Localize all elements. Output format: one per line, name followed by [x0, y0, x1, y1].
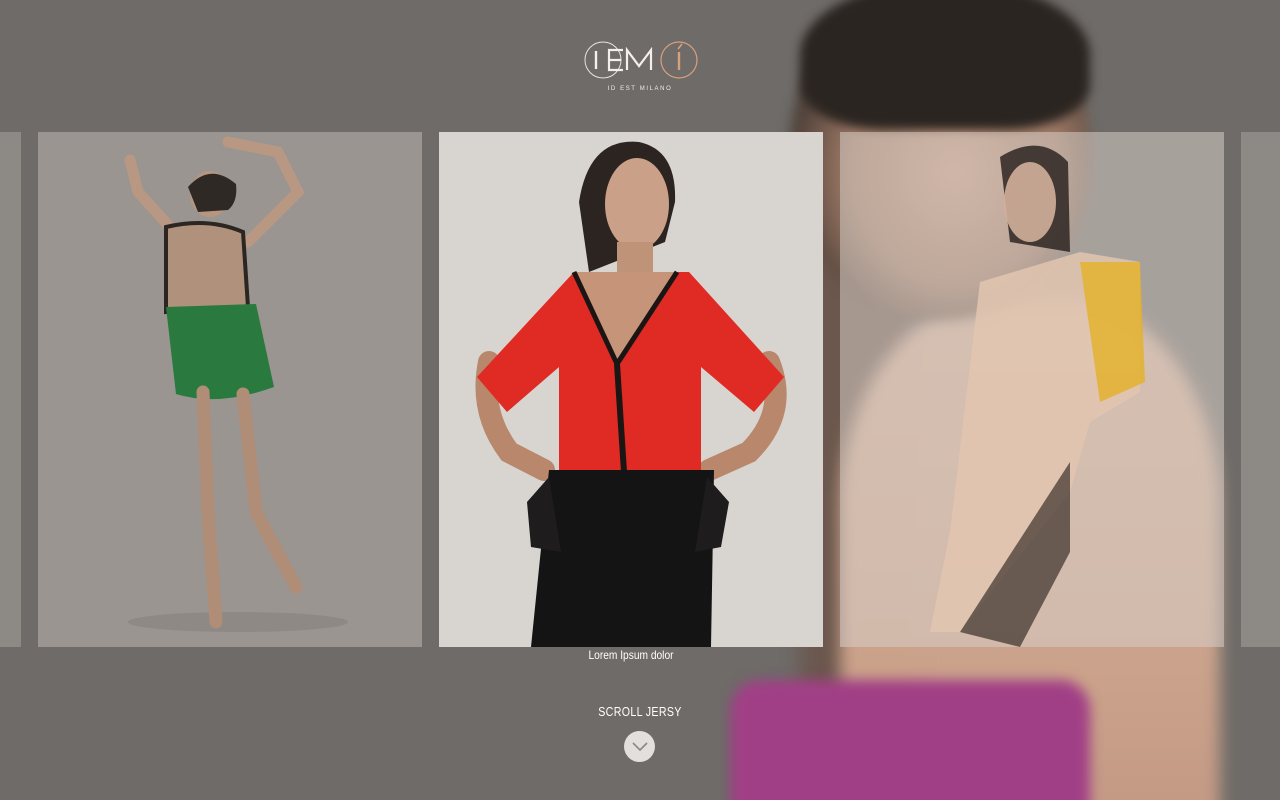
active-card-caption: Lorem Ipsum dolor: [588, 648, 674, 662]
brand-tagline: ID EST MILANO: [607, 86, 673, 92]
chevron-down-icon: [631, 741, 648, 751]
model-photo-green-icon: [38, 132, 422, 647]
logo-mark-icon: [584, 41, 698, 79]
gallery-card-right[interactable]: [840, 132, 1224, 647]
gallery-card-left[interactable]: [38, 132, 422, 647]
model-photo-peach-icon: [930, 145, 1145, 647]
brand-logo[interactable]: ID EST MILANO: [560, 38, 720, 92]
scroll-down-button[interactable]: [624, 731, 655, 762]
scroll-label: SCROLL JERSY: [598, 704, 682, 719]
model-photo-red-icon: [439, 132, 823, 647]
gallery-card-prev-edge[interactable]: [0, 132, 21, 647]
gallery-card-next-edge[interactable]: [1241, 132, 1280, 647]
gallery-card-active[interactable]: [439, 132, 823, 647]
